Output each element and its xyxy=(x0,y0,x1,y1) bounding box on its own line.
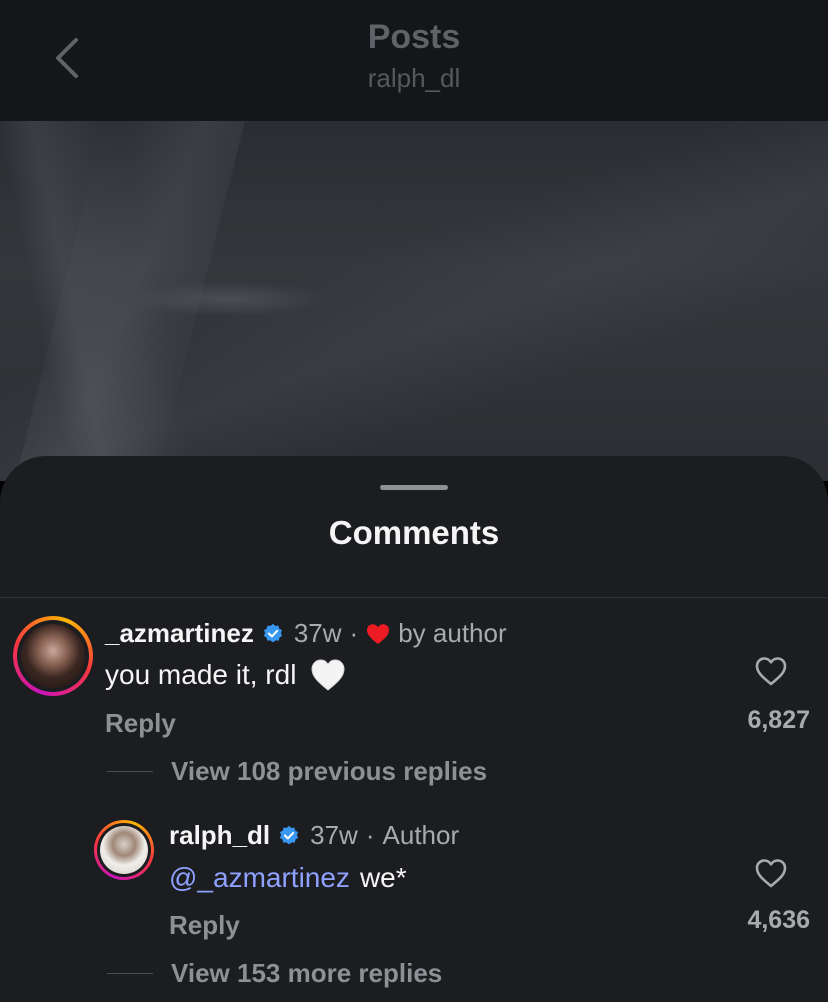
header-bar: Posts ralph_dl xyxy=(0,0,828,121)
page-subtitle: ralph_dl xyxy=(367,63,461,93)
comment-time: 37w xyxy=(293,618,342,648)
like-count: 4,636 xyxy=(747,906,810,934)
comment-text: you made it, rdl xyxy=(105,658,346,692)
comment-time: 37w xyxy=(310,820,358,850)
avatar[interactable] xyxy=(13,616,93,696)
separator-dot: · xyxy=(365,820,375,850)
comment-text: @_azmartinez we* xyxy=(169,862,407,894)
author-label: Author xyxy=(382,820,460,850)
red-heart-icon xyxy=(367,623,390,644)
comment-username[interactable]: ralph_dl xyxy=(169,820,270,851)
like-heart-icon[interactable] xyxy=(754,857,788,889)
mention-link[interactable]: @_azmartinez xyxy=(169,862,350,894)
comment-meta: ralph_dl 37w · Author xyxy=(169,820,459,851)
verified-badge-icon xyxy=(263,623,283,642)
liked-by-author-label: by author xyxy=(398,618,507,648)
avatar[interactable] xyxy=(94,820,154,880)
comment-body: we* xyxy=(359,862,407,893)
comment-meta: _azmartinez 37w · by author xyxy=(105,618,507,649)
page-title: Posts xyxy=(367,18,461,56)
comment-body: you made it, rdl xyxy=(105,659,297,690)
verified-badge-icon xyxy=(279,825,299,844)
like-heart-icon[interactable] xyxy=(754,655,788,687)
comments-title: Comments xyxy=(328,514,500,551)
view-previous-replies-button[interactable]: View 108 previous replies xyxy=(171,756,487,787)
reply-button[interactable]: Reply xyxy=(105,708,176,739)
sheet-grabber[interactable] xyxy=(380,485,448,490)
like-count: 6,827 xyxy=(747,706,810,734)
reply-button[interactable]: Reply xyxy=(169,910,240,941)
white-heart-emoji xyxy=(311,659,345,691)
comment-username[interactable]: _azmartinez xyxy=(105,618,254,649)
thread-line xyxy=(107,771,153,772)
comments-sheet: Comments _azmartinez 37w · by author you… xyxy=(0,456,828,1002)
view-more-replies-button[interactable]: View 153 more replies xyxy=(171,958,442,989)
separator-dot: · xyxy=(349,618,359,648)
thread-line xyxy=(107,973,153,974)
divider xyxy=(0,597,828,598)
